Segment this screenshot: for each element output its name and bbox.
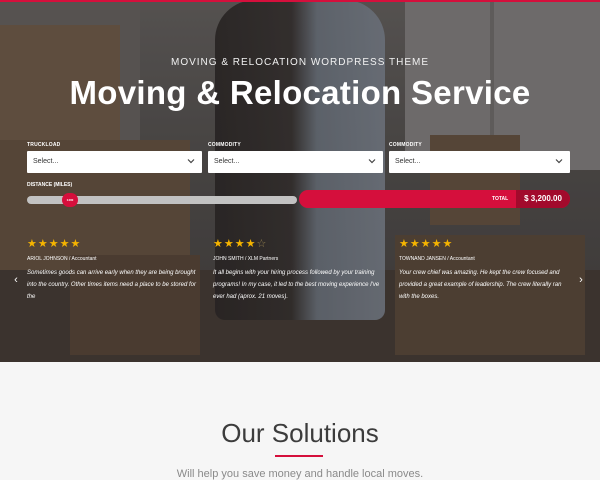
arrow-right-icon[interactable]: ›	[576, 274, 586, 286]
hero	[0, 0, 600, 362]
star-icon: ★	[409, 238, 421, 250]
chevron-down-icon	[368, 159, 376, 164]
rating-stars: ★★★★★	[399, 238, 569, 250]
star-icon: ★	[431, 238, 443, 250]
testimonial-card: ★★★★☆ JOHN SMITH / XLM Partners It all b…	[213, 238, 383, 303]
rating-stars: ★★★★★	[27, 238, 197, 250]
distance-label: DISTANCE (MILES)	[27, 182, 73, 188]
total-value: $ 3,200.00	[516, 190, 570, 208]
star-icon: ★	[70, 238, 82, 250]
testimonial-author: TOWNAND JANSEN / Accountant	[399, 256, 475, 262]
select-value: Select...	[214, 158, 240, 165]
rating-stars: ★★★★☆	[213, 238, 383, 250]
solutions-title: Our Solutions	[221, 418, 379, 448]
star-icon: ★	[48, 238, 60, 250]
hero-eyebrow: MOVING & RELOCATION WORDPRESS THEME	[171, 57, 429, 68]
testimonial-card: ★★★★★ ARIOL JOHNSON / Accountant Sometim…	[27, 238, 197, 303]
testimonial-card: ★★★★★ TOWNAND JANSEN / Accountant Your c…	[399, 238, 569, 303]
testimonial-author: ARIOL JOHNSON / Accountant	[27, 256, 97, 262]
solutions-subtitle: Will help you save money and handle loca…	[176, 468, 424, 480]
star-icon: ★	[59, 238, 71, 250]
chevron-down-icon	[555, 159, 563, 164]
commodity-select[interactable]: Select...	[208, 151, 383, 173]
total-label: TOTAL	[492, 196, 509, 202]
testimonial-quote: Your crew chief was amazing. He kept the…	[399, 270, 562, 300]
select-value: Select...	[33, 158, 59, 165]
arrow-left-icon[interactable]: ‹	[11, 274, 21, 286]
distance-slider-handle[interactable]: 1400	[62, 193, 78, 207]
testimonial-quote: It all begins with your hiring process f…	[213, 270, 380, 300]
field-label-commodity: COMMODITY	[389, 142, 422, 148]
testimonial-author: JOHN SMITH / XLM Partners	[213, 256, 279, 262]
field-label-commodity: COMMODITY	[208, 142, 241, 148]
star-icon: ★	[442, 238, 454, 250]
hero-title: Moving & Relocation Service	[69, 74, 531, 111]
chevron-down-icon	[187, 159, 195, 164]
star-icon: ★	[420, 238, 432, 250]
solutions-divider	[275, 455, 323, 457]
commodity-select-2[interactable]: Select...	[389, 151, 570, 173]
star-icon: ★	[245, 238, 257, 250]
testimonial-quote: Sometimes goods can arrive early when th…	[27, 270, 196, 300]
star-icon: ★	[27, 238, 38, 250]
star-empty-icon: ☆	[256, 238, 268, 250]
star-icon: ★	[399, 238, 410, 250]
select-value: Select...	[395, 158, 421, 165]
star-icon: ★	[234, 238, 246, 250]
star-icon: ★	[223, 238, 235, 250]
star-icon: ★	[37, 238, 49, 250]
hero-overlay	[0, 0, 600, 362]
star-icon: ★	[213, 238, 224, 250]
truckload-select[interactable]: Select...	[27, 151, 202, 173]
top-accent-line	[0, 0, 600, 2]
field-label-truckload: TRUCKLOAD	[27, 142, 61, 148]
